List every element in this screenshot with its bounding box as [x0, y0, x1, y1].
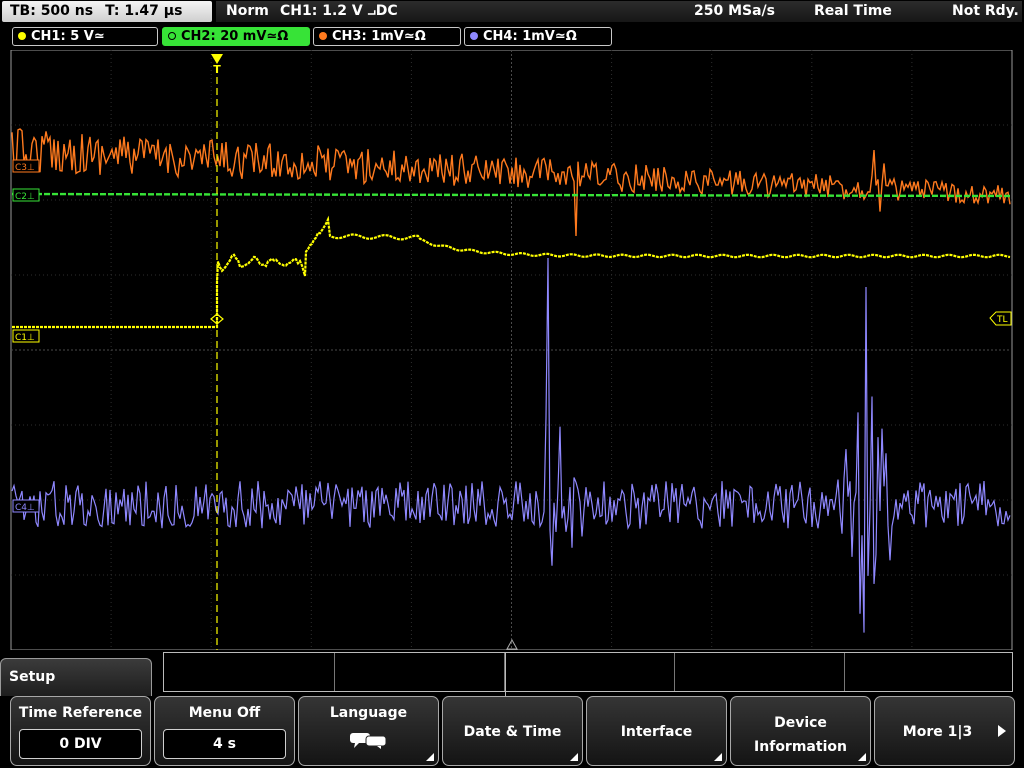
svg-text:C3⊥: C3⊥	[15, 163, 35, 173]
language-softkey[interactable]: Language	[298, 696, 439, 766]
channel-3-label: CH3: 1mV≃Ω	[332, 29, 426, 44]
acquisition-state: Not Rdy.	[952, 3, 1019, 19]
time-reference-label: Time Reference	[18, 705, 143, 721]
trigger-status-strip[interactable]: Norm CH1: 1.2 V ⨼DC 250 MSa/s Real Time …	[216, 1, 1022, 22]
submenu-indicator-icon	[858, 753, 866, 761]
submenu-indicator-icon	[570, 753, 578, 761]
channel-1-label: CH1: 5 V≃	[31, 29, 105, 44]
menu-off-value: 4 s	[163, 729, 286, 759]
submenu-indicator-icon	[426, 753, 434, 761]
channel-3-dot-icon	[319, 32, 327, 40]
menu-off-softkey[interactable]: Menu Off 4 s	[154, 696, 295, 766]
svg-text:TL: TL	[996, 315, 1008, 325]
speech-bubbles-icon	[349, 733, 386, 749]
channel-4-dot-icon	[470, 32, 478, 40]
acquisition-mode: Real Time	[814, 3, 892, 19]
sample-rate: 250 MSa/s	[694, 3, 776, 19]
svg-text:C2⊥: C2⊥	[15, 192, 35, 202]
interface-label: Interface	[620, 724, 693, 740]
channel-1-box[interactable]: CH1: 5 V≃	[12, 27, 158, 46]
timebase-box[interactable]: TB: 500 ns T: 1.47 µs	[2, 1, 212, 22]
date-time-softkey[interactable]: Date & Time	[442, 696, 583, 766]
channel-4-box[interactable]: CH4: 1mV≃Ω	[464, 27, 612, 46]
time-reference-softkey[interactable]: Time Reference 0 DIV	[10, 696, 151, 766]
next-page-arrow-icon	[998, 725, 1006, 737]
ch2-marker[interactable]: C2⊥	[12, 188, 40, 202]
menu-title: Setup	[0, 658, 152, 696]
channel-2-dot-icon	[168, 32, 176, 40]
menu-info-area	[163, 652, 1013, 692]
interface-softkey[interactable]: Interface	[586, 696, 727, 766]
ch3-marker[interactable]: C3⊥	[12, 159, 40, 173]
svg-text:C4⊥: C4⊥	[15, 503, 35, 513]
device-information-softkey[interactable]: Device Information	[730, 696, 871, 766]
channel-3-box[interactable]: CH3: 1mV≃Ω	[313, 27, 461, 46]
ch1-marker[interactable]: C1⊥	[12, 329, 40, 343]
language-label: Language	[329, 705, 408, 721]
ch4-marker[interactable]: C4⊥	[12, 499, 40, 513]
more-label: More 1|3	[902, 724, 973, 740]
menu-off-label: Menu Off	[188, 705, 261, 721]
trigger-mode: Norm	[226, 3, 269, 19]
svg-text:C1⊥: C1⊥	[15, 333, 35, 343]
channel-2-box[interactable]: CH2: 20 mV≃Ω	[162, 27, 310, 46]
trigger-time-value: T: 1.47 µs	[105, 3, 183, 19]
submenu-indicator-icon	[714, 753, 722, 761]
channel-1-dot-icon	[18, 32, 26, 40]
waveform-display[interactable]: T C1⊥ C3⊥ C2⊥ C4⊥ TL	[0, 50, 1024, 650]
channel-4-label: CH4: 1mV≃Ω	[483, 29, 577, 44]
time-reference-value: 0 DIV	[19, 729, 142, 759]
date-time-label: Date & Time	[463, 724, 562, 740]
channel-2-label: CH2: 20 mV≃Ω	[181, 29, 289, 44]
timebase-value: TB: 500 ns	[10, 3, 94, 19]
status-bar: TB: 500 ns T: 1.47 µs Norm CH1: 1.2 V ⨼DC…	[0, 0, 1024, 24]
trigger-info: CH1: 1.2 V ⨼DC	[280, 3, 398, 19]
device-information-label: Device Information	[754, 715, 847, 755]
trigger-point-label: T	[213, 63, 221, 76]
more-softkey[interactable]: More 1|3	[874, 696, 1015, 766]
